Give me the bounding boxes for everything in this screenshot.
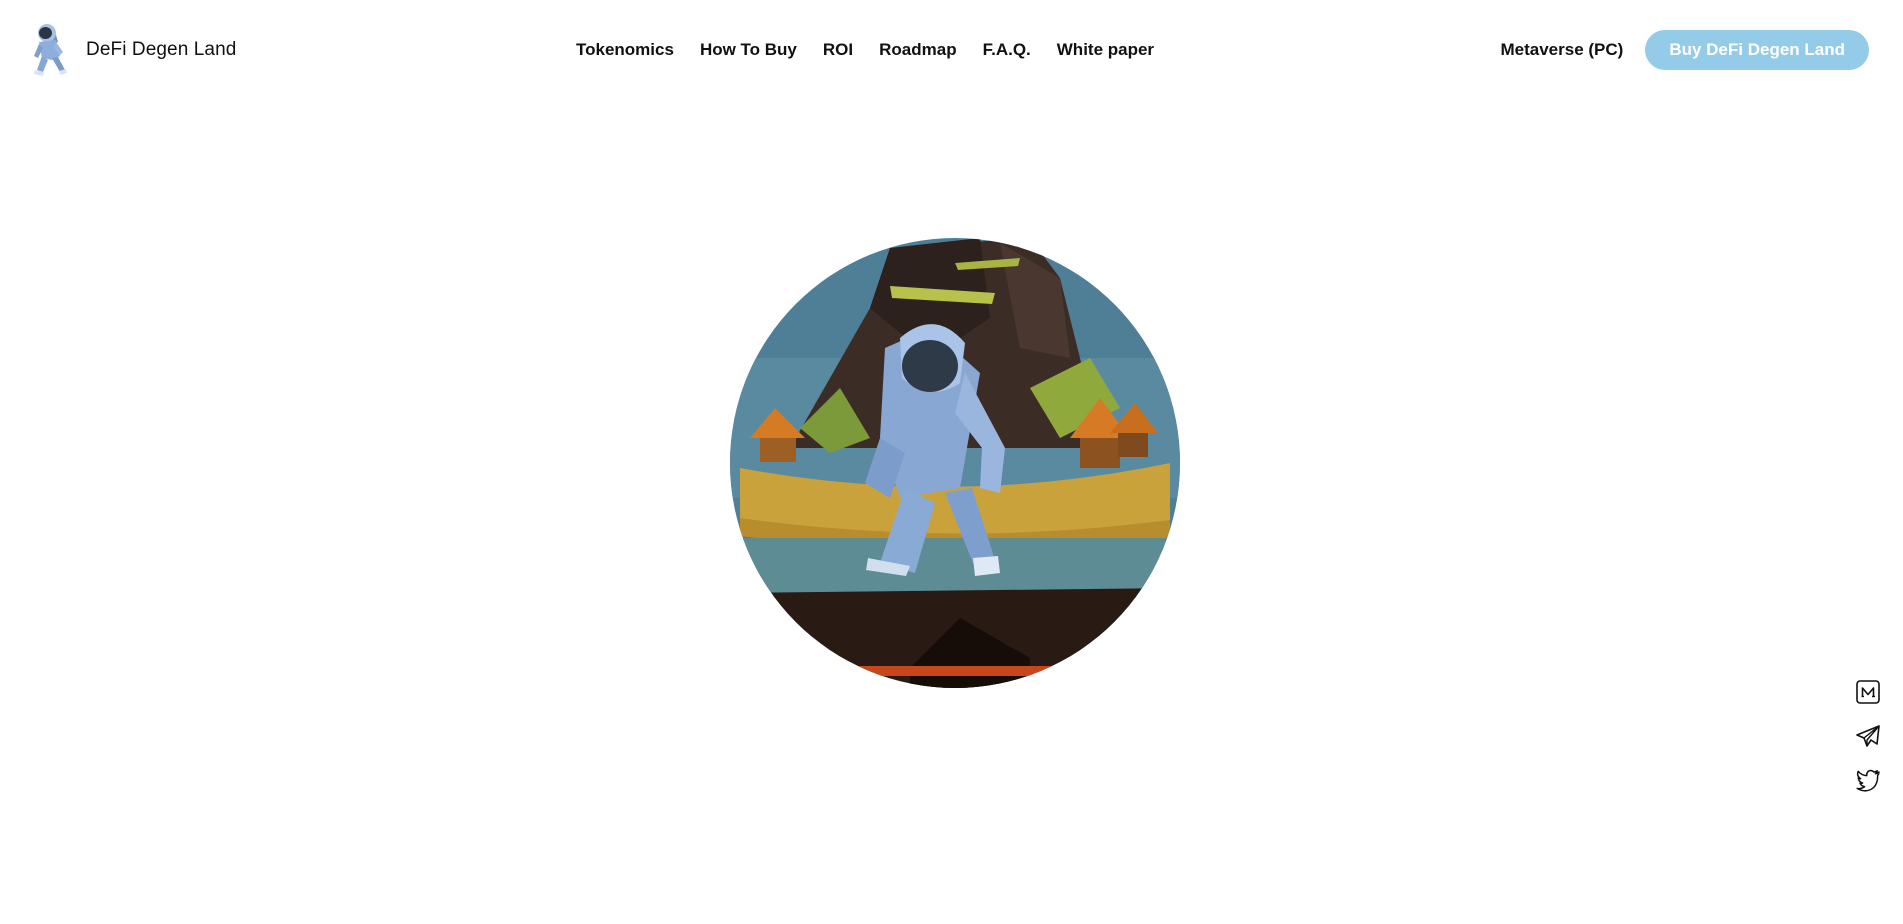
twitter-link[interactable] — [1854, 766, 1882, 794]
nav-item-tokenomics[interactable]: Tokenomics — [576, 40, 674, 60]
medium-icon — [1856, 680, 1880, 704]
brand-name: DeFi Degen Land — [86, 39, 237, 60]
hero-image — [730, 238, 1180, 688]
telegram-icon — [1856, 725, 1880, 747]
nav-item-faq[interactable]: F.A.Q. — [983, 40, 1031, 60]
nav-item-roi[interactable]: ROI — [823, 40, 853, 60]
brand-link[interactable]: DeFi Degen Land — [30, 22, 236, 78]
site-header: DeFi Degen Land Tokenomics How To Buy RO… — [0, 0, 1903, 100]
main-nav: Tokenomics How To Buy ROI Roadmap F.A.Q.… — [576, 36, 1154, 64]
nav-item-roadmap[interactable]: Roadmap — [879, 40, 956, 60]
astronaut-island-illustration — [730, 238, 1180, 688]
header-actions: Metaverse (PC) Buy DeFi Degen Land — [1500, 30, 1869, 70]
medium-link[interactable] — [1854, 678, 1882, 706]
twitter-icon — [1856, 769, 1880, 792]
astronaut-icon — [34, 24, 67, 76]
telegram-link[interactable] — [1854, 722, 1882, 750]
metaverse-link[interactable]: Metaverse (PC) — [1500, 40, 1623, 60]
page: DeFi Degen Land Tokenomics How To Buy RO… — [0, 0, 1903, 924]
nav-item-white-paper[interactable]: White paper — [1057, 40, 1154, 60]
social-links — [1853, 678, 1883, 794]
nav-item-how-to-buy[interactable]: How To Buy — [700, 40, 797, 60]
buy-button[interactable]: Buy DeFi Degen Land — [1645, 30, 1869, 70]
